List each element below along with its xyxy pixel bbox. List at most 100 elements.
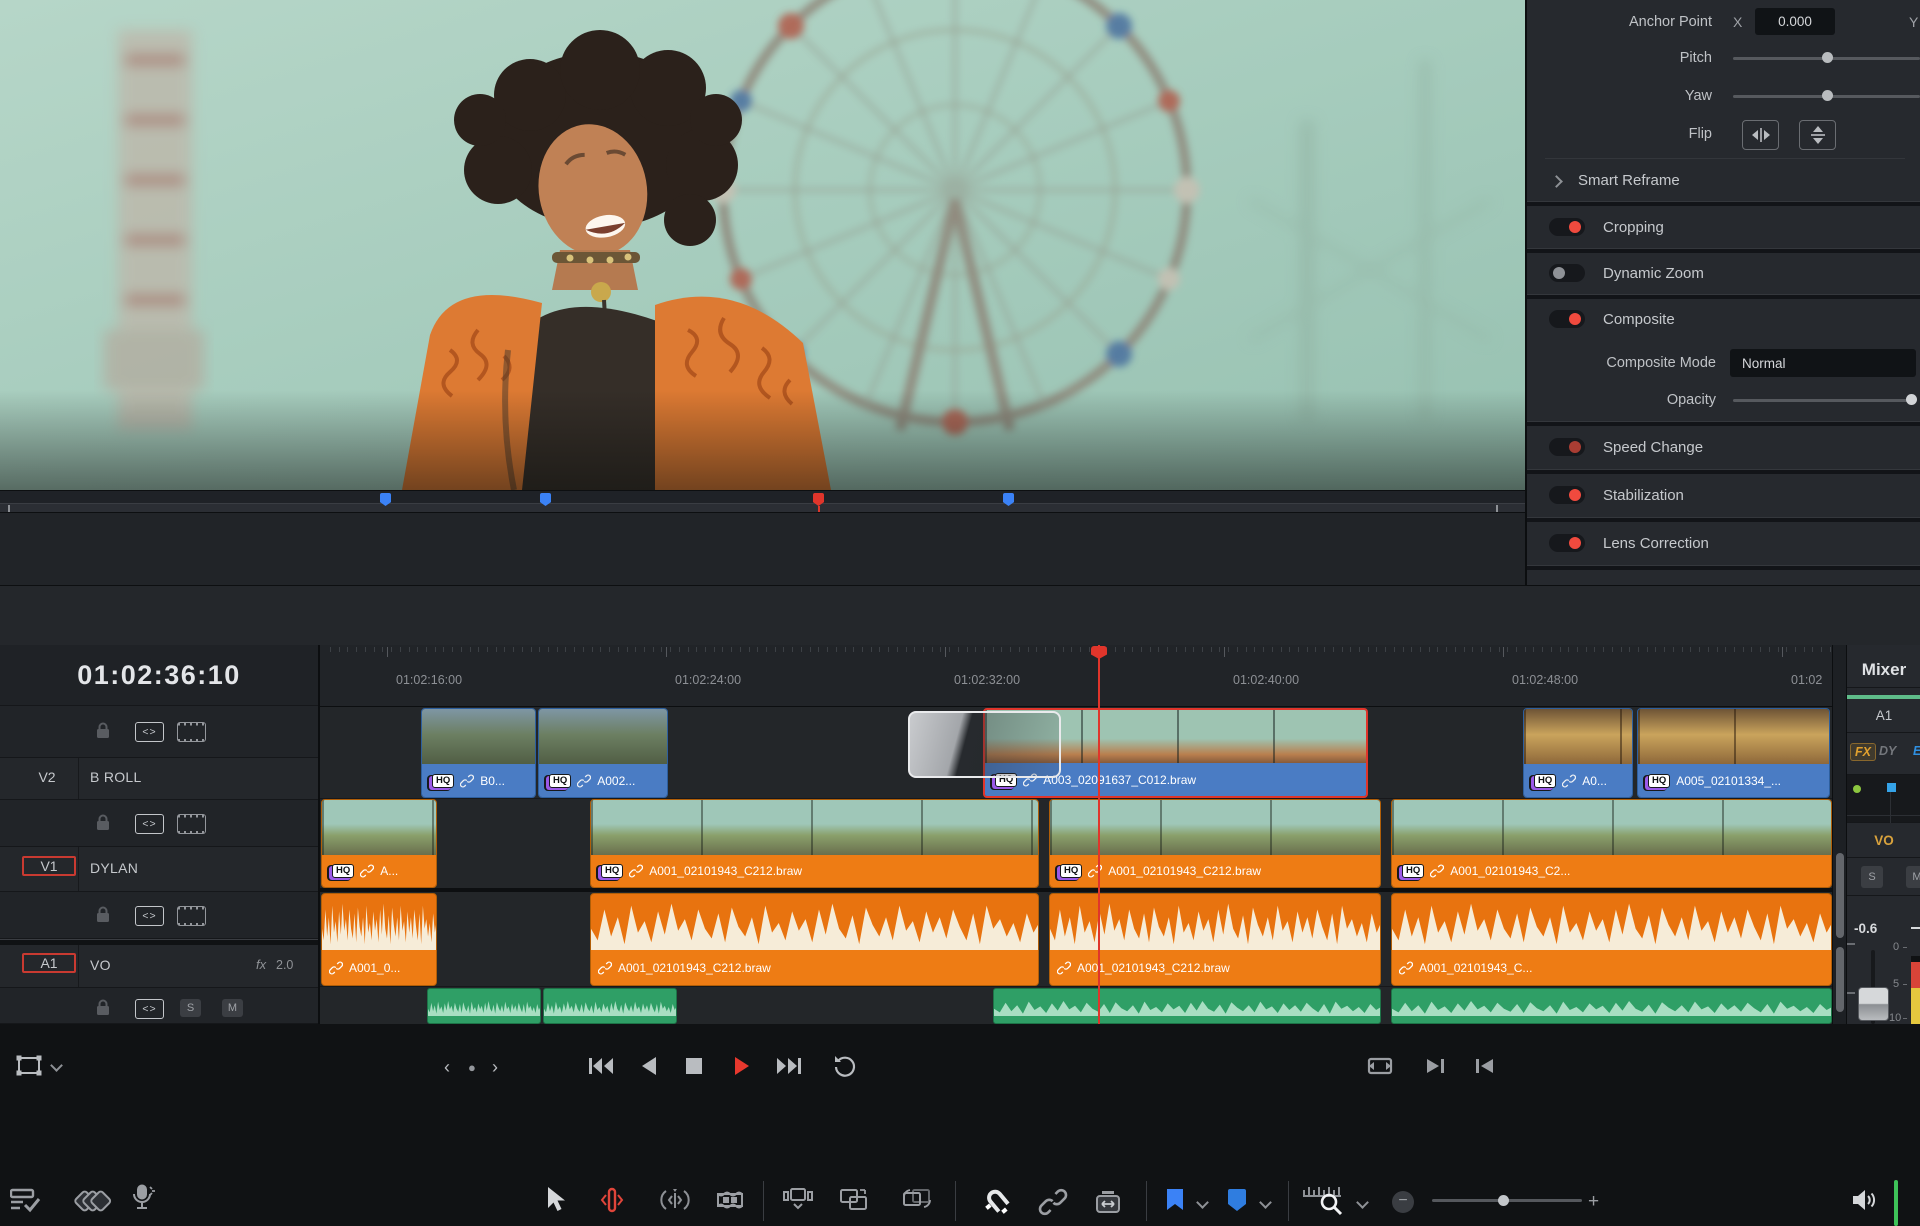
pitch-slider-handle[interactable] bbox=[1822, 52, 1833, 63]
play-reverse-button[interactable] bbox=[640, 1056, 658, 1076]
timeline-zoom-tool-icon[interactable] bbox=[1302, 1184, 1348, 1216]
jog-forward-button[interactable]: › bbox=[492, 1057, 498, 1078]
timeline-ruler[interactable]: 01:02:16:00 01:02:24:00 01:02:32:00 01:0… bbox=[320, 645, 1832, 707]
auto-select-icon[interactable]: <> bbox=[135, 722, 164, 742]
timeline-clip-a2[interactable] bbox=[1391, 988, 1832, 1024]
lock-icon[interactable] bbox=[95, 814, 111, 831]
lens-correction-toggle[interactable] bbox=[1549, 534, 1585, 552]
trim-edit-mode-icon[interactable] bbox=[598, 1187, 626, 1213]
zoom-in-button[interactable]: + bbox=[1588, 1191, 1599, 1213]
opacity-slider-handle[interactable] bbox=[1906, 394, 1917, 405]
flip-horizontal-button[interactable] bbox=[1742, 120, 1779, 150]
filmstrip-icon[interactable] bbox=[177, 814, 206, 834]
auto-select-icon[interactable]: <> bbox=[135, 999, 164, 1019]
selection-mode-icon[interactable] bbox=[544, 1186, 566, 1214]
fader-handle[interactable] bbox=[1858, 987, 1889, 1021]
track-header-a1[interactable]: A1 VO fx 2.0 bbox=[0, 945, 318, 988]
marker-icon[interactable] bbox=[1227, 1188, 1247, 1212]
viewer-overlay-chevron-icon[interactable] bbox=[50, 1059, 63, 1072]
zoom-out-button[interactable]: − bbox=[1392, 1191, 1414, 1213]
flag-chevron-icon[interactable] bbox=[1196, 1196, 1209, 1209]
previous-clip-button[interactable] bbox=[1474, 1056, 1496, 1076]
track-header-v2[interactable]: V2 B ROLL bbox=[0, 758, 318, 800]
stabilization-toggle[interactable] bbox=[1549, 486, 1585, 504]
scrollbar-thumb[interactable] bbox=[1836, 947, 1844, 1012]
transition-overlay[interactable] bbox=[908, 711, 1061, 778]
mixer-fx-badge[interactable]: FX bbox=[1850, 743, 1876, 761]
next-clip-button[interactable] bbox=[1424, 1056, 1446, 1076]
mixer-pan-control[interactable] bbox=[1847, 775, 1920, 823]
timeline-clip-a1[interactable]: A001_0... bbox=[321, 893, 437, 986]
lock-icon[interactable] bbox=[95, 999, 111, 1016]
smart-reframe-label[interactable]: Smart Reframe bbox=[1578, 172, 1680, 189]
lock-icon[interactable] bbox=[95, 906, 111, 923]
go-to-first-frame-button[interactable] bbox=[588, 1056, 614, 1076]
mixer-eq-badge[interactable]: EQ bbox=[1913, 744, 1920, 758]
track-header-v1[interactable]: V1 DYLAN bbox=[0, 847, 318, 892]
viewer-overlay-icon[interactable] bbox=[14, 1053, 44, 1079]
voiceover-mic-icon[interactable] bbox=[130, 1184, 160, 1216]
timeline-clip-v2[interactable]: HQ A005_02101334_... bbox=[1637, 708, 1830, 798]
composite-toggle[interactable] bbox=[1549, 310, 1585, 328]
insert-clip-icon[interactable] bbox=[782, 1187, 814, 1213]
loop-button[interactable] bbox=[832, 1054, 858, 1078]
marker-chevron-icon[interactable] bbox=[1259, 1196, 1272, 1209]
cropping-toggle[interactable] bbox=[1549, 218, 1585, 236]
composite-mode-select[interactable]: Normal bbox=[1730, 349, 1916, 377]
zoom-tool-chevron-icon[interactable] bbox=[1356, 1196, 1369, 1209]
lock-icon[interactable] bbox=[95, 722, 111, 739]
track-name-v2[interactable]: B ROLL bbox=[90, 769, 142, 785]
position-lock-icon[interactable] bbox=[1094, 1188, 1122, 1214]
jog-back-button[interactable]: ‹ bbox=[444, 1057, 450, 1078]
auto-select-icon[interactable]: <> bbox=[135, 906, 164, 926]
track-name-a1[interactable]: VO bbox=[90, 957, 111, 973]
timeline-clip-v2[interactable]: HQ A0... bbox=[1523, 708, 1633, 798]
mixer-dy-badge[interactable]: DY bbox=[1879, 744, 1896, 758]
track-id-v1[interactable]: V1 bbox=[22, 856, 76, 876]
dynamic-zoom-toggle[interactable] bbox=[1549, 264, 1585, 282]
timeline-clip-v2[interactable]: HQ B0... bbox=[421, 708, 536, 798]
anchor-x-field[interactable]: 0.000 bbox=[1755, 8, 1835, 35]
mute-button[interactable]: M bbox=[222, 999, 243, 1017]
link-clips-icon[interactable] bbox=[1038, 1188, 1068, 1216]
viewer-scrub-bar[interactable] bbox=[0, 490, 1525, 526]
timeline-clip-a1[interactable]: A001_02101943_C... bbox=[1391, 893, 1832, 986]
audio-monitor-speaker-icon[interactable] bbox=[1850, 1187, 1878, 1213]
opacity-slider-track[interactable] bbox=[1733, 399, 1913, 402]
stacked-clips-icon[interactable] bbox=[74, 1186, 112, 1216]
timeline-clip-v2[interactable]: HQ A002... bbox=[538, 708, 668, 798]
timeline-clip-a2[interactable] bbox=[543, 988, 677, 1024]
timeline-options-icon[interactable] bbox=[10, 1188, 44, 1214]
timeline-clip-v1[interactable]: HQ A001_02101943_C212.braw bbox=[590, 799, 1039, 888]
snapping-magnet-icon[interactable] bbox=[982, 1185, 1012, 1215]
timeline-clip-a2[interactable] bbox=[993, 988, 1381, 1024]
play-button[interactable] bbox=[733, 1056, 751, 1076]
replace-clip-icon[interactable] bbox=[900, 1187, 934, 1213]
razor-blade-icon[interactable] bbox=[716, 1189, 744, 1211]
loop-region-icon[interactable] bbox=[1366, 1056, 1394, 1076]
track-id-a1[interactable]: A1 bbox=[22, 953, 76, 973]
timeline-content[interactable]: 01:02:16:00 01:02:24:00 01:02:32:00 01:0… bbox=[320, 645, 1832, 1024]
yaw-slider-handle[interactable] bbox=[1822, 90, 1833, 101]
jog-dot-button[interactable]: ● bbox=[468, 1060, 476, 1075]
timeline-clip-a2[interactable] bbox=[427, 988, 541, 1024]
mixer-level-value[interactable]: -0.6 bbox=[1854, 921, 1877, 936]
timeline-clip-a1[interactable]: A001_02101943_C212.braw bbox=[590, 893, 1039, 986]
auto-select-icon[interactable]: <> bbox=[135, 814, 164, 834]
stop-button[interactable] bbox=[686, 1058, 702, 1074]
speed-change-toggle[interactable] bbox=[1549, 438, 1585, 456]
filmstrip-icon[interactable] bbox=[177, 722, 206, 742]
playhead-line[interactable] bbox=[1098, 645, 1100, 1024]
track-fx-label[interactable]: fx bbox=[256, 957, 266, 972]
overwrite-clip-icon[interactable] bbox=[838, 1187, 870, 1213]
filmstrip-icon[interactable] bbox=[177, 906, 206, 926]
mixer-mute-button[interactable]: M bbox=[1906, 866, 1920, 888]
mixer-solo-button[interactable]: S bbox=[1861, 866, 1883, 888]
track-name-v1[interactable]: DYLAN bbox=[90, 860, 138, 876]
track-id-v2[interactable]: V2 bbox=[22, 769, 72, 785]
timeline-vertical-scrollbar[interactable] bbox=[1832, 645, 1847, 1024]
go-to-last-frame-button[interactable] bbox=[776, 1056, 802, 1076]
scrollbar-thumb[interactable] bbox=[1836, 853, 1844, 938]
solo-button[interactable]: S bbox=[180, 999, 201, 1017]
timeline-clip-v1[interactable]: HQ A001_02101943_C2... bbox=[1391, 799, 1832, 888]
